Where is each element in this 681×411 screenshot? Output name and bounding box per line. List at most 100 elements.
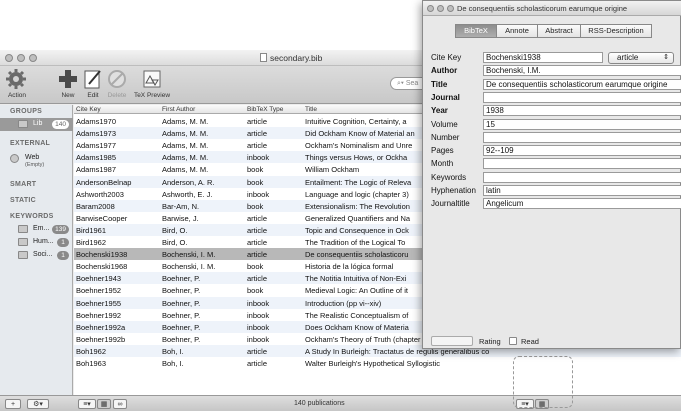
file-drop-area[interactable]: [513, 356, 573, 408]
entry-type-select[interactable]: article ⇕: [608, 52, 674, 64]
action-button[interactable]: Action: [4, 68, 30, 99]
rating-label: Rating: [479, 337, 501, 346]
gear-icon: [6, 69, 26, 89]
sidebar-item-web[interactable]: Web (Empty): [0, 152, 73, 170]
field-input[interactable]: latin: [483, 185, 681, 196]
new-label: New: [61, 92, 75, 99]
table-cell: Boehner, P.: [162, 322, 201, 332]
table-cell: inbook: [247, 310, 270, 320]
column-header-cite-key[interactable]: Cite Key: [76, 106, 101, 113]
table-cell: book: [247, 262, 264, 272]
field-input[interactable]: 92--109: [483, 145, 681, 157]
plus-icon: [59, 70, 77, 88]
table-cell: Adams1985: [76, 153, 117, 163]
read-checkbox[interactable]: [509, 337, 517, 345]
field-input[interactable]: Bochenski, I.M.: [483, 65, 681, 77]
table-cell: Adams1970: [76, 117, 117, 126]
field-label: Journaltitle: [431, 199, 470, 209]
tab-annote[interactable]: Annote: [496, 24, 538, 38]
table-cell: Ashworth, E. J.: [162, 189, 213, 199]
field-label: Pages: [431, 146, 454, 156]
table-cell: book: [247, 286, 264, 296]
new-button[interactable]: New: [57, 68, 79, 99]
column-header-first-author[interactable]: First Author: [162, 106, 195, 113]
add-group-button[interactable]: +: [5, 399, 21, 409]
table-row[interactable]: Boh1963 Boh, I. article Walter Burleigh's H…: [74, 357, 681, 369]
field-input[interactable]: 1938: [483, 105, 681, 117]
inspector-zoom-button[interactable]: [447, 5, 454, 12]
tab-rss-description[interactable]: RSS-Description: [580, 24, 652, 38]
table-cell: inbook: [247, 153, 270, 163]
table-cell: inbook: [247, 322, 270, 332]
folder-icon: [18, 238, 28, 246]
table-cell: article: [247, 117, 268, 126]
library-count-badge: 140: [52, 120, 69, 129]
minimize-window-button[interactable]: [17, 54, 25, 62]
table-cell: Boehner1952: [76, 286, 122, 296]
field-input[interactable]: 15: [483, 118, 681, 130]
entry-type-value: article: [617, 53, 639, 62]
sidebar-item-library[interactable]: Lib 140: [0, 118, 73, 131]
zoom-window-button[interactable]: [29, 54, 37, 62]
sidebar-item-keyword-hum[interactable]: Hum... 1: [0, 236, 73, 249]
field-input[interactable]: De consequentiis scholasticorum earumque…: [483, 78, 681, 90]
tab-bibtex[interactable]: BibTeX: [455, 24, 497, 38]
table-cell: Bochenski1968: [76, 262, 128, 272]
edit-button[interactable]: Edit: [83, 68, 103, 99]
field-label: Month: [431, 159, 454, 169]
close-window-button[interactable]: [5, 54, 13, 62]
table-cell: Bird, O.: [162, 225, 188, 235]
column-header-bibtex-type[interactable]: BibTeX Type: [247, 106, 283, 113]
inspector-title-bar: De consequentiis scholasticorum earumque…: [423, 1, 681, 16]
table-cell: AndersonBelnap: [76, 177, 132, 187]
group-action-button[interactable]: ⚙▾: [27, 399, 49, 409]
table-cell: article: [247, 274, 268, 284]
smart-header: SMART: [10, 181, 37, 188]
rating-control[interactable]: [431, 336, 473, 346]
keyword-label: Hum...: [33, 238, 54, 245]
pencil-icon: [84, 70, 101, 89]
field-label: Volume: [431, 119, 458, 129]
select-arrows-icon: ⇕: [663, 54, 669, 61]
field-input[interactable]: [483, 171, 681, 183]
table-cell: article: [247, 141, 268, 151]
delete-button[interactable]: Delete: [106, 68, 128, 99]
inspector-close-button[interactable]: [427, 5, 434, 12]
table-cell: Boehner1943: [76, 274, 122, 284]
sidebar-item-keyword-em[interactable]: Em... 139: [0, 223, 73, 236]
table-cell: Anderson, A. R.: [162, 177, 215, 187]
field-input[interactable]: [483, 91, 681, 103]
grid-view-button[interactable]: ▦: [97, 399, 111, 409]
link-view-button[interactable]: ∞: [113, 399, 127, 409]
search-icon: ⌕▾: [397, 80, 404, 87]
table-cell: Adams, M. M.: [162, 117, 209, 126]
field-input[interactable]: Angelicum: [483, 198, 681, 210]
tex-preview-icon: [143, 70, 161, 88]
table-cell: BarwiseCooper: [76, 213, 128, 223]
field-label: Cite Key: [431, 53, 462, 62]
table-cell: Bird1962: [76, 238, 107, 247]
field-input[interactable]: Bochenski1938: [483, 52, 603, 63]
table-cell: Ashworth2003: [76, 189, 124, 199]
library-icon: [18, 120, 28, 128]
table-cell: book: [247, 177, 264, 187]
tab-abstract[interactable]: Abstract: [537, 24, 581, 38]
list-view-button[interactable]: ≡▾: [78, 399, 96, 409]
tex-preview-button[interactable]: TeX Preview: [132, 68, 172, 99]
sidebar-item-keyword-soci[interactable]: Soci... 1: [0, 249, 73, 262]
table-cell: article: [247, 359, 268, 368]
column-header-title[interactable]: Title: [305, 106, 317, 113]
table-cell: Adams1977: [76, 141, 117, 151]
sidebar: GROUPS Lib 140 EXTERNAL Web (Empty) SMAR…: [0, 105, 73, 395]
keyword-label: Soci...: [33, 251, 53, 258]
keyword-count-badge: 1: [57, 238, 69, 247]
keyword-label: Em...: [33, 225, 50, 232]
table-cell: Boh, I.: [162, 359, 184, 368]
action-label: Action: [7, 92, 27, 99]
field-input[interactable]: [483, 158, 681, 170]
table-cell: Bar-Am, N.: [162, 201, 200, 211]
folder-icon: [18, 251, 28, 259]
inspector-minimize-button[interactable]: [437, 5, 444, 12]
field-input[interactable]: [483, 131, 681, 143]
document-icon: [260, 53, 267, 62]
